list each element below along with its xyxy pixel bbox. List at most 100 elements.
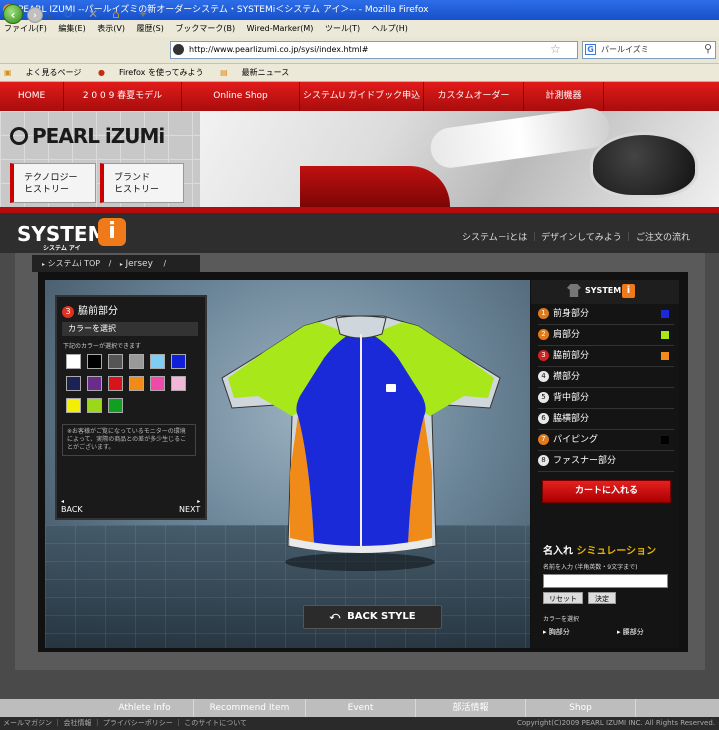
part-number-badge: 3 [538,350,549,361]
play-icon: ▸ [617,628,621,636]
color-swatch[interactable] [87,354,102,369]
part-label: ファスナー部分 [553,456,617,466]
part-item[interactable]: 4 襟部分 [538,367,674,388]
menu-bookmarks[interactable]: ブックマーク(B) [175,24,235,33]
color-select-label: カラーを選択 [543,616,580,623]
bookmark-latest-news[interactable]: 最新ニュース [242,68,290,77]
menu-file[interactable]: ファイル(F) [4,24,47,33]
forward-button[interactable]: › [27,7,43,23]
part-label: 肩部分 [553,330,581,340]
chest-color-option[interactable]: ▸ 胸部分 [543,627,570,637]
reload-icon[interactable]: ↻ [63,7,73,21]
footer-athlete-info[interactable]: Athlete Info [96,699,194,717]
color-swatch[interactable] [171,354,186,369]
menu-view[interactable]: 表示(V) [97,24,125,33]
search-input[interactable]: パールイズミ [582,41,716,59]
footer-recommend-item[interactable]: Recommend Item [194,699,306,717]
bookmark-most-visited[interactable]: よく見るページ [26,68,82,77]
color-swatch[interactable] [150,354,165,369]
firefox-bookmark-icon: ● [97,68,105,77]
menu-edit[interactable]: 編集(E) [58,24,85,33]
rss-icon: ▤ [220,68,228,77]
parts-panel-i-badge: i [622,284,635,298]
home-icon[interactable]: ⌂ [112,7,120,21]
name-input-label: 名前を入力 (半角英数・9文字まで) [543,564,638,571]
panel-next-button[interactable]: ▸ NEXT [179,498,200,514]
system-logo[interactable]: SYSTEM システム アイ [17,222,108,252]
decide-button[interactable]: 決定 [588,592,616,604]
nav-measuring[interactable]: 計測機器 [524,82,604,111]
stop-icon[interactable]: ✕ [88,7,98,21]
menu-help[interactable]: ヘルプ(H) [372,24,408,33]
add-to-cart-button[interactable]: カートに入れる [542,480,671,503]
breadcrumb-current: Jersey [125,259,153,269]
link-order-flow[interactable]: ご注文の流れ [636,230,690,243]
color-swatch[interactable] [108,376,123,391]
google-icon[interactable]: G [585,44,596,55]
footer-shop[interactable]: Shop [526,699,636,717]
footer-club-info[interactable]: 部活情報 [416,699,526,717]
part-item[interactable]: 6 脇横部分 [538,409,674,430]
back-button[interactable]: ‹ [3,4,23,24]
breadcrumb-home[interactable]: システムi TOP [48,259,101,268]
part-number-badge: 8 [538,455,549,466]
color-swatch[interactable] [87,376,102,391]
addon-icon[interactable]: ✦ [138,7,148,21]
pearl-izumi-logo[interactable]: PEARL iZUMi [10,124,190,154]
technology-history-button[interactable]: テクノロジー ヒストリー [10,163,96,203]
color-swatch[interactable] [150,376,165,391]
part-label: 襟部分 [553,372,581,382]
bookmark-getting-started[interactable]: Firefox を使ってみよう [119,68,204,77]
arrow-left-icon: ◂ [61,498,65,505]
menu-tools[interactable]: ツール(T) [325,24,360,33]
color-swatch[interactable] [129,376,144,391]
search-text: パールイズミ [601,45,649,54]
part-item[interactable]: 8 ファスナー部分 [538,451,674,472]
part-item[interactable]: 1 前身部分 [538,304,674,325]
nav-online-shop[interactable]: Online Shop [182,82,300,111]
part-item[interactable]: 7 パイピング [538,430,674,451]
site-identity-icon[interactable] [173,44,184,55]
part-label: パイピング [553,435,599,445]
panel-back-button[interactable]: ◂ BACK [61,498,83,514]
nav-home[interactable]: HOME [0,82,64,111]
jersey-preview[interactable] [218,312,503,560]
part-label: 脇前部分 [553,351,590,361]
color-swatch[interactable] [171,376,186,391]
part-color-indicator [661,331,669,339]
dropdown-arrow-icon[interactable]: ▾ [48,10,52,24]
link-about-system-i[interactable]: システム－iとは [462,230,527,243]
part-item[interactable]: 3 脇前部分 [538,346,674,367]
site-navigation: HOME 2 0 0 9 春夏モデル Online Shop システムU ガイド… [0,82,719,111]
search-icon[interactable]: ⚲ [704,42,712,55]
color-swatch[interactable] [108,398,123,413]
footer-event[interactable]: Event [306,699,416,717]
cyclist-jersey [300,166,450,208]
part-item[interactable]: 5 背中部分 [538,388,674,409]
color-swatch[interactable] [66,354,81,369]
nav-custom-order[interactable]: カスタムオーダー [424,82,524,111]
part-label: 背中部分 [553,393,590,403]
url-text: http://www.pearlizumi.co.jp/sysi/index.h… [189,45,369,54]
part-item[interactable]: 2 肩部分 [538,325,674,346]
color-swatch[interactable] [108,354,123,369]
color-swatch[interactable] [129,354,144,369]
nav-2009-model[interactable]: 2 0 0 9 春夏モデル [64,82,182,111]
color-swatch[interactable] [66,376,81,391]
link-design[interactable]: デザインしてみよう [541,230,622,243]
brand-history-button[interactable]: ブランド ヒストリー [100,163,184,203]
waist-color-option[interactable]: ▸ 腰部分 [617,627,644,637]
system-i-badge: i [98,218,126,246]
part-color-indicator [661,436,669,444]
address-bar[interactable]: http://www.pearlizumi.co.jp/sysi/index.h… [170,41,578,59]
color-swatch[interactable] [66,398,81,413]
menu-history[interactable]: 履歴(S) [137,24,164,33]
reset-button[interactable]: リセット [543,592,583,604]
bookmark-star-icon[interactable]: ☆ [550,42,561,56]
color-swatch[interactable] [87,398,102,413]
part-number-badge: 5 [538,392,549,403]
menu-wired-marker[interactable]: Wired-Marker(M) [247,24,314,33]
nav-guidebook[interactable]: システムU ガイドブック申込 [300,82,424,111]
back-style-button[interactable]: ⤺ BACK STYLE [303,605,442,629]
name-input[interactable] [543,574,668,588]
